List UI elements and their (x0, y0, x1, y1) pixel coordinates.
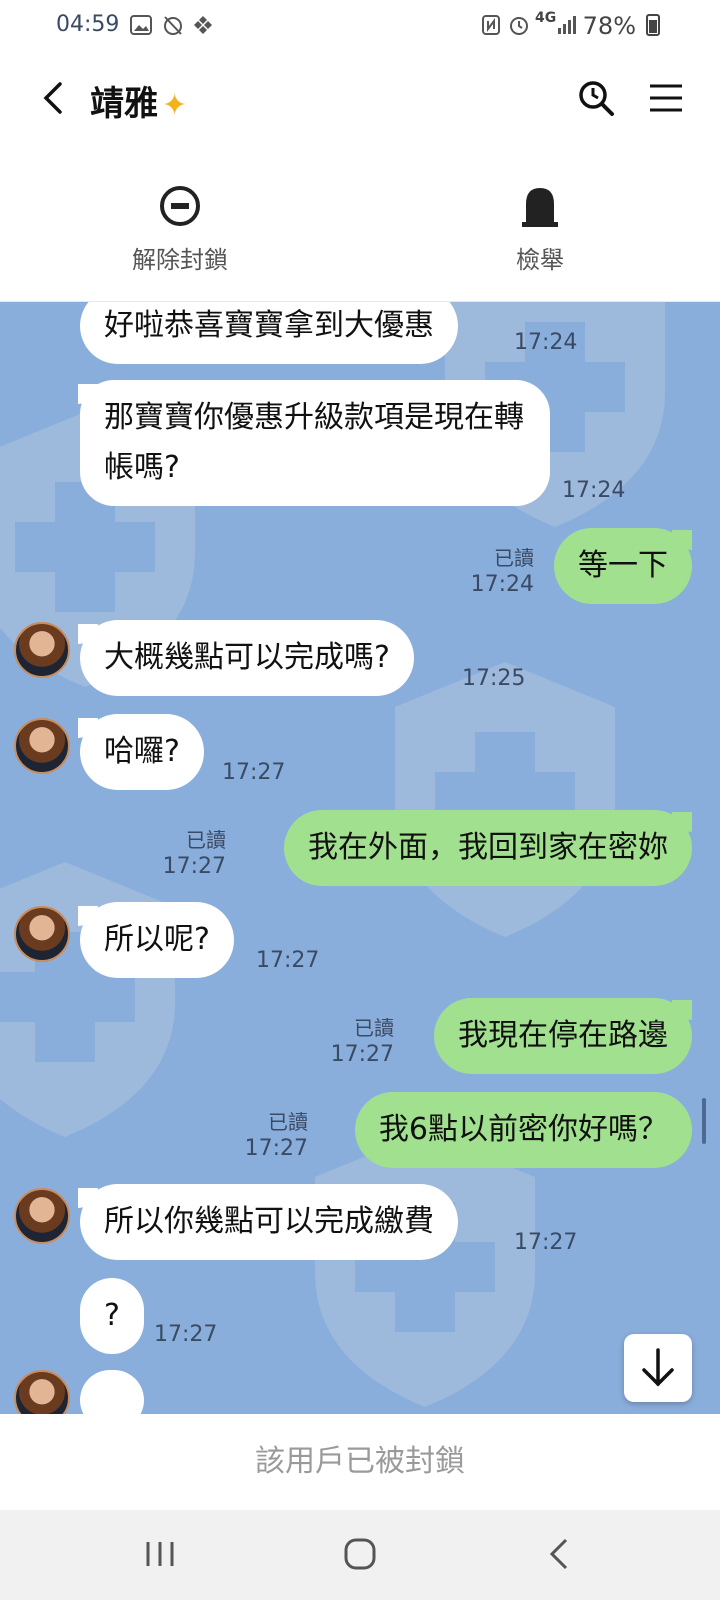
back-nav-icon[interactable] (536, 1530, 584, 1578)
battery-percent: 78% (582, 12, 636, 40)
tombstone-report-icon (522, 188, 558, 227)
gamepad-icon (194, 16, 212, 34)
minus-circle-icon (160, 186, 200, 226)
incoming-message[interactable]: 大概幾點可以完成嗎? (80, 620, 414, 696)
recent-apps-icon[interactable] (136, 1530, 184, 1578)
contact-avatar[interactable] (14, 906, 70, 962)
message-time: 17:27 (330, 1042, 394, 1067)
alarm-icon (510, 17, 528, 35)
read-receipt: 已讀 (268, 1110, 308, 1134)
outgoing-message[interactable]: 我6點以前密你好嗎？ (354, 1092, 692, 1168)
contact-avatar[interactable] (14, 1370, 70, 1414)
message-time: 17:27 (162, 854, 226, 879)
outgoing-message[interactable]: 我現在停在路邊 (434, 998, 692, 1074)
report-label: 檢舉 (516, 246, 564, 274)
hamburger-menu-icon[interactable] (646, 78, 686, 118)
report-button[interactable]: 檢舉 (420, 184, 660, 275)
chat-area[interactable]: 好啦恭喜寶寶拿到大優惠 17:24 那寶寶你優惠升級款項是現在轉帳嗎? 17:2… (0, 302, 720, 1414)
outgoing-message[interactable]: 我在外面，我回到家在密妳 (284, 810, 692, 886)
contact-avatar[interactable] (14, 1188, 70, 1244)
outgoing-message[interactable]: 等一下 (554, 528, 692, 604)
status-bar: 04:59 4G 78% (0, 0, 720, 50)
message-time: 17:27 (256, 948, 320, 973)
contact-avatar[interactable] (14, 718, 70, 774)
contact-name-title: 靖雅 ✦ (90, 76, 187, 125)
message-time: 17:27 (514, 1230, 578, 1255)
network-type: 4G (535, 10, 557, 26)
gallery-icon (130, 15, 152, 35)
message-time: 17:24 (562, 478, 626, 503)
incoming-message-partial[interactable] (80, 1370, 144, 1414)
message-time: 17:27 (244, 1136, 308, 1161)
read-receipt: 已讀 (186, 828, 226, 852)
sparkle-icon: ✦ (162, 88, 188, 123)
home-icon[interactable] (336, 1530, 384, 1578)
arrow-down-icon (642, 1348, 674, 1387)
incoming-message[interactable]: ? (80, 1278, 144, 1354)
alarm-off-icon (164, 16, 182, 35)
scrollbar-thumb[interactable] (702, 1098, 706, 1144)
message-time: 17:24 (514, 330, 578, 355)
contact-name: 靖雅 (90, 84, 158, 124)
incoming-message[interactable]: 好啦恭喜寶寶拿到大優惠 (80, 302, 458, 364)
read-receipt: 已讀 (494, 546, 534, 570)
unblock-label: 解除封鎖 (132, 246, 228, 274)
signal-icon (558, 16, 576, 34)
watermark-shield-icon (0, 862, 175, 1137)
watermark-shield-icon (395, 662, 615, 937)
chevron-left-icon[interactable] (34, 78, 74, 118)
incoming-message[interactable]: 那寶寶你優惠升級款項是現在轉帳嗎? (80, 380, 550, 506)
action-bar: 解除封鎖 檢舉 (0, 146, 720, 302)
status-time: 04:59 (56, 12, 120, 37)
chat-header: 靖雅 ✦ (0, 50, 720, 146)
incoming-message[interactable]: 所以你幾點可以完成繳費 (80, 1184, 458, 1260)
nfc-icon (482, 15, 500, 35)
blocked-notice: 該用戶已被封鎖 (0, 1414, 720, 1510)
search-clock-icon[interactable] (576, 78, 616, 118)
message-time: 17:27 (222, 760, 286, 785)
scroll-to-bottom-button[interactable] (624, 1334, 692, 1402)
incoming-message[interactable]: 哈囉? (80, 714, 204, 790)
system-nav-bar (0, 1510, 720, 1600)
message-time: 17:27 (154, 1322, 218, 1347)
battery-icon (646, 14, 660, 36)
contact-avatar[interactable] (14, 622, 70, 678)
read-receipt: 已讀 (354, 1016, 394, 1040)
unblock-button[interactable]: 解除封鎖 (60, 184, 300, 275)
message-time: 17:24 (470, 572, 534, 597)
message-time: 17:25 (462, 666, 526, 691)
incoming-message[interactable]: 所以呢? (80, 902, 234, 978)
